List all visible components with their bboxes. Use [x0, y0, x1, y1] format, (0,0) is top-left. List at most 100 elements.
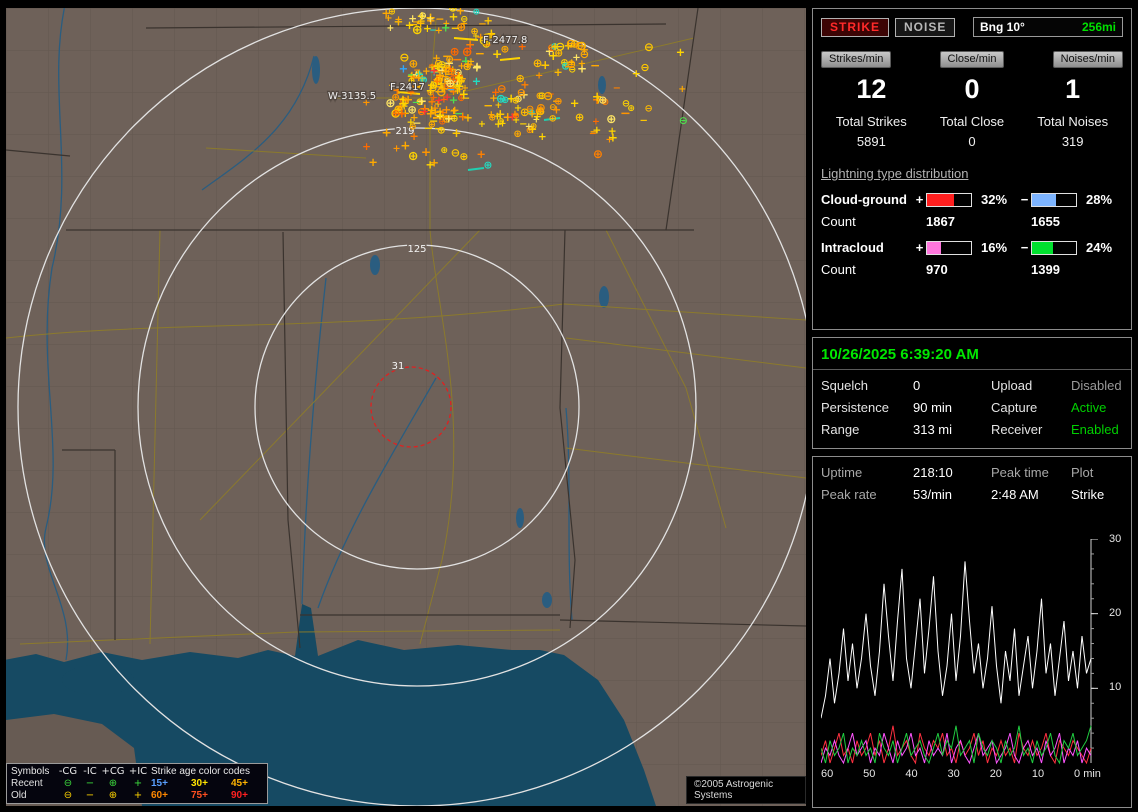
- legend-symbols-header: Symbols: [11, 766, 50, 777]
- ic-negative-bar: [1031, 240, 1077, 255]
- upload-label: Upload: [991, 378, 1033, 393]
- legend-old-label: Old: [11, 790, 27, 801]
- plus-sign: +: [915, 240, 924, 255]
- strike-marker: +: [429, 92, 437, 103]
- rates-section: STRIKE NOISE Bng 10° 256mi Strikes/min C…: [812, 8, 1132, 330]
- strike-marker: +: [454, 69, 464, 84]
- recent-neg-ic-icon: −: [85, 778, 95, 789]
- strike-marker: ⊕: [473, 8, 481, 18]
- strike-toggle-button[interactable]: STRIKE: [821, 17, 890, 37]
- range-label: Range: [821, 422, 860, 437]
- ic-count-label: Count: [821, 262, 856, 277]
- strike-marker: ⊕: [593, 147, 603, 161]
- x-tick-60: 60: [821, 768, 834, 780]
- strike-marker: +: [408, 13, 417, 25]
- strike-marker: ⊕: [520, 105, 530, 119]
- capture-label: Capture: [991, 400, 1038, 415]
- strike-marker: ⊖: [517, 86, 526, 99]
- ic-negative-pct: 24%: [1086, 240, 1113, 255]
- strike-marker: +: [400, 139, 410, 153]
- lightning-map[interactable]: 219 125 31 + + ⊖ + ⊕ ⊕ + + + + ⊕ + + − + + + ⊕ + + + − − ⊕ + + + − −…: [6, 8, 806, 806]
- x-tick-30: 30: [947, 768, 960, 780]
- peak-rate-value: 53/min: [913, 487, 953, 502]
- age-15: 15+: [151, 778, 168, 789]
- distribution-title: Lightning type distribution: [821, 166, 969, 181]
- noise-toggle-button[interactable]: NOISE: [895, 17, 956, 37]
- strike-marker: +: [525, 121, 533, 132]
- total-noises-label: Total Noises: [1037, 114, 1109, 129]
- strike-marker: −: [590, 59, 600, 73]
- strike-marker: +: [368, 155, 378, 169]
- recent-pos-cg-icon: ⊕: [108, 778, 118, 789]
- strikes-per-min-value: 12: [856, 74, 887, 104]
- cg-negative-pct: 28%: [1086, 192, 1113, 207]
- range-value: 256mi: [1081, 20, 1116, 34]
- close-per-min-button[interactable]: Close/min: [939, 51, 1005, 68]
- strike-marker: +: [535, 71, 543, 82]
- strike-marker: +: [457, 108, 467, 123]
- strike-marker: ⊕: [462, 45, 473, 60]
- copyright-notice: ©2005 Astrogenic Systems: [686, 776, 806, 804]
- cg-positive-pct: 32%: [981, 192, 1008, 207]
- strike-marker: +: [461, 83, 469, 94]
- strike-marker: +: [394, 14, 402, 25]
- divider: [813, 369, 1131, 370]
- cg-count-label: Count: [821, 214, 856, 229]
- strike-marker: ⊖: [566, 36, 576, 50]
- strike-marker: ⊕: [409, 57, 419, 71]
- strike-marker: ⊕: [575, 110, 585, 124]
- receiver-status: Enabled: [1071, 422, 1119, 437]
- x-tick-20: 20: [989, 768, 1002, 780]
- recent-neg-cg-icon: ⊖: [63, 778, 73, 789]
- strike-marker: +: [473, 60, 482, 73]
- age-90: 90+: [231, 790, 248, 801]
- strike-marker: +: [426, 14, 434, 25]
- trend-series-neg-ic-rate: [821, 725, 1092, 765]
- legend-col-pos-ic: +IC: [128, 766, 148, 777]
- strike-marker: ⊖: [679, 114, 688, 127]
- cg-positive-bar: [926, 192, 972, 207]
- x-tick-40: 40: [905, 768, 918, 780]
- strike-marker: ⊕: [512, 111, 520, 122]
- strike-marker: ⊖: [644, 40, 654, 54]
- strike-marker: +: [472, 32, 480, 42]
- noises-per-min-value: 1: [1065, 74, 1081, 104]
- peak-time-label: Peak time: [991, 465, 1049, 480]
- age-30: 30+: [191, 778, 208, 789]
- intracloud-row: Intracloud + 16% − 24%: [821, 240, 1123, 255]
- cloud-ground-row: Cloud-ground + 32% − 28%: [821, 192, 1123, 207]
- strike-marker: −: [564, 60, 574, 74]
- trend-series-pos-ic-rate: [821, 732, 1092, 765]
- strike-marker: +: [478, 119, 486, 130]
- strike-marker: +: [570, 96, 580, 110]
- cg-negative-bar: [1031, 192, 1077, 207]
- legend-col-pos-cg: +CG: [101, 766, 125, 777]
- capture-status: Active: [1071, 400, 1107, 415]
- strike-marker: ⊕: [513, 129, 522, 140]
- y-tick-30: 30: [1109, 533, 1122, 545]
- total-strikes-value: 5891: [856, 134, 886, 149]
- storm-label-f2417: F-2417: [390, 82, 425, 93]
- strike-marker: +: [483, 13, 493, 27]
- x-axis-labels: 60 50 40 30 20 10 0 min: [821, 768, 1101, 780]
- ring-label-31: 31: [392, 361, 405, 372]
- age-75: 75+: [191, 790, 208, 801]
- strike-marker: +: [491, 86, 500, 99]
- intracloud-count-row: Count 970 1399: [821, 262, 1123, 277]
- strike-marker: −: [483, 98, 493, 112]
- strikes-per-min-button[interactable]: Strikes/min: [821, 51, 892, 68]
- status-section: 10/26/2025 6:39:20 AM Squelch 0 Upload D…: [812, 337, 1132, 449]
- strike-marker: +: [409, 130, 418, 143]
- noises-per-min-button[interactable]: Noises/min: [1052, 51, 1123, 68]
- x-tick-0: 0 min: [1074, 768, 1101, 780]
- strike-marker: ⊕: [598, 94, 607, 107]
- persistence-value: 90 min: [913, 400, 953, 415]
- total-noises-value: 319: [1061, 134, 1084, 149]
- strike-marker: +: [476, 147, 486, 161]
- persistence-label: Persistence: [821, 400, 889, 415]
- strike-marker: ⊖: [644, 104, 652, 115]
- strike-marker: +: [431, 105, 441, 119]
- strike-marker: +: [472, 75, 481, 88]
- map-canvas: 219 125 31 ++⊖+⊕⊕++++⊕++−++ +⊕+++−−⊕+++−−…: [6, 8, 806, 806]
- legend-recent-label: Recent: [11, 778, 43, 789]
